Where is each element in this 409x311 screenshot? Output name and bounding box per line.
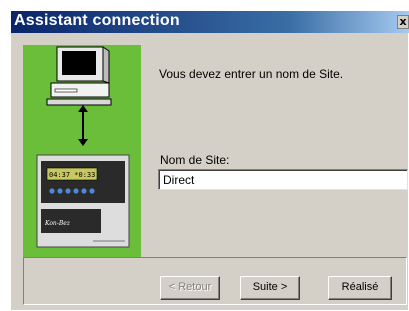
button-bar: < Retour Suite > Réalisé	[23, 257, 407, 305]
site-name-label: Nom de Site:	[160, 153, 230, 167]
wizard-window: Assistant connection x 04:37 *0:33 Kon-B	[10, 10, 409, 310]
instruction-text: Vous devez entrer un nom de Site.	[159, 67, 344, 81]
connection-line	[82, 109, 84, 141]
next-button[interactable]: Suite >	[240, 276, 300, 300]
window-title: Assistant connection	[14, 12, 180, 29]
computer-to-controller-connection-icon: 04:37 *0:33 Kon-Bez	[36, 46, 130, 248]
back-button[interactable]: < Retour	[160, 276, 220, 300]
controller-display-text: 04:37 *0:33	[49, 171, 95, 179]
controller-brand: Kon-Bez	[44, 220, 71, 227]
title-bar[interactable]: Assistant connection x	[11, 11, 409, 33]
close-button[interactable]: x	[397, 15, 409, 29]
arrow-down-icon	[78, 139, 88, 146]
finish-button[interactable]: Réalisé	[328, 276, 392, 300]
site-name-input[interactable]	[158, 169, 408, 190]
connection-illustration: 04:37 *0:33 Kon-Bez	[23, 45, 141, 258]
